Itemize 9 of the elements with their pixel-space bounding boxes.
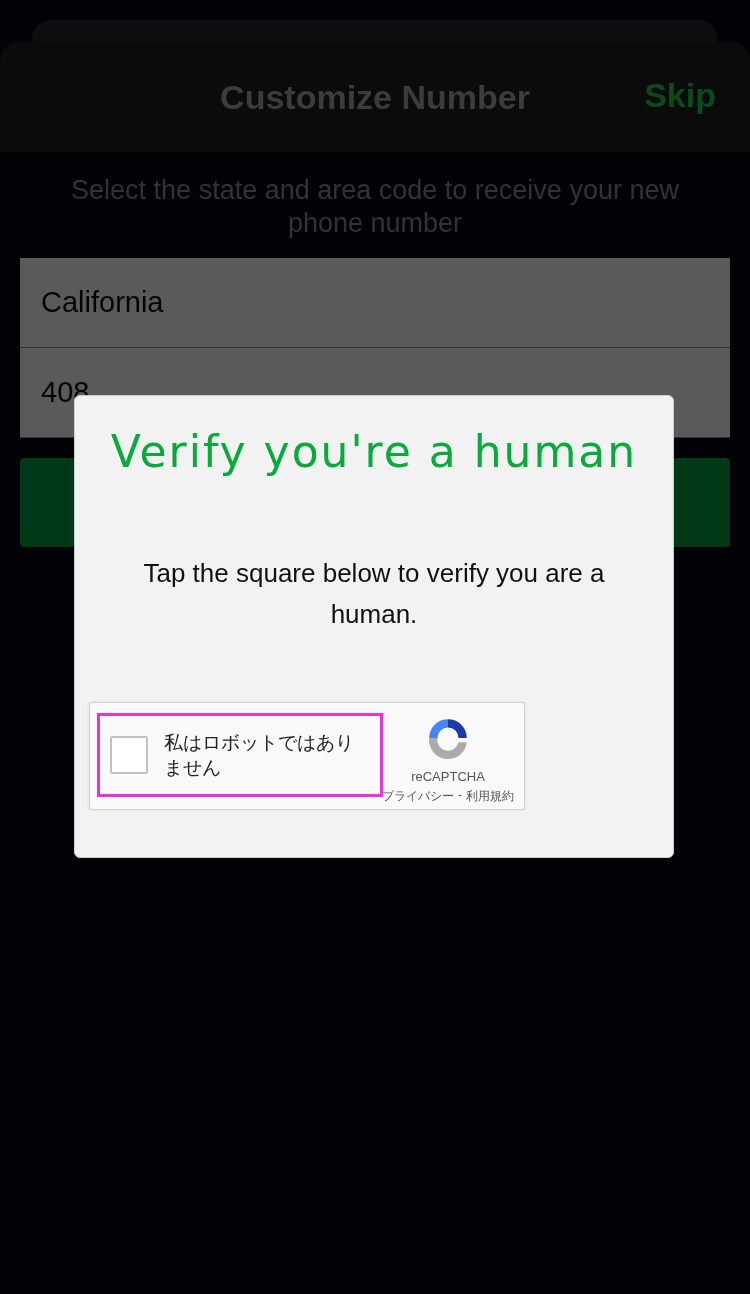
checkbox-label: 私はロボットではありません: [164, 731, 355, 780]
dialog-message: Tap the square below to verify you are a human.: [142, 557, 606, 631]
skip-button[interactable]: Skip: [644, 76, 716, 115]
terms-link[interactable]: 利用規約: [466, 788, 514, 805]
privacy-link[interactable]: プライバシー: [382, 788, 454, 805]
checkbox[interactable]: [110, 736, 148, 774]
separator-text: -: [458, 788, 462, 804]
brand-label: reCAPTCHA: [411, 769, 485, 784]
select-field[interactable]: California: [20, 258, 730, 348]
